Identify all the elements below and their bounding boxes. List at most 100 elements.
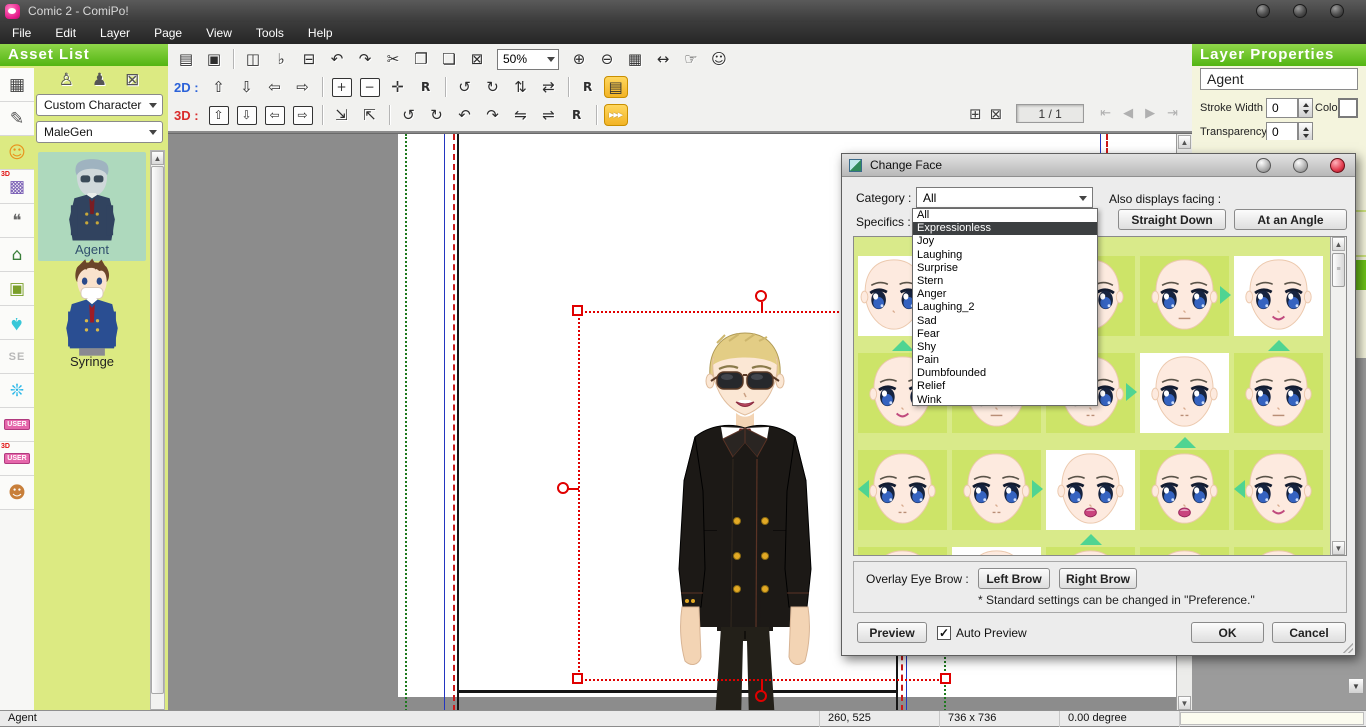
cut-icon[interactable]: ✂ (381, 48, 405, 70)
publish-icon[interactable]: ♭ (269, 48, 293, 70)
selection-handle-bottomright[interactable] (940, 673, 951, 684)
export-page-icon[interactable]: ◫ (241, 48, 265, 70)
sidebar-tab-user-3d[interactable]: USER3D (0, 442, 34, 476)
transparency-stepper[interactable] (1298, 122, 1313, 142)
sidebar-tab-item[interactable]: ▣ (0, 272, 34, 306)
dropdown-option-stern[interactable]: Stern (913, 275, 1097, 288)
window-close-button[interactable] (1330, 4, 1344, 18)
sidebar-tab-background[interactable]: ⌂ (0, 238, 34, 272)
face-option[interactable] (1232, 338, 1326, 435)
menu-item-view[interactable]: View (194, 23, 244, 43)
menu-item-layer[interactable]: Layer (88, 23, 142, 43)
sidebar-tab-sound-effect[interactable]: SE (0, 340, 34, 374)
sidebar-tab-user-2d[interactable]: USER (0, 408, 34, 442)
sidebar-tab-user-character[interactable]: ☻ (0, 476, 34, 510)
scroll-up-icon[interactable]: ▲ (151, 151, 164, 165)
sidebar-tab-effect-drop[interactable]: ♠ (0, 306, 34, 340)
menu-item-page[interactable]: Page (142, 23, 194, 43)
face-option[interactable] (1232, 532, 1326, 556)
dropdown-option-expressionless[interactable]: Expressionless (913, 222, 1097, 235)
face-option[interactable] (1232, 435, 1326, 532)
delete-asset-icon[interactable]: ⊠ (125, 70, 139, 90)
zoom-out-icon[interactable]: ⊖ (595, 48, 619, 70)
save-icon[interactable]: ▣ (202, 48, 226, 70)
rotate-body-right-icon[interactable]: ↻ (425, 104, 449, 126)
dropdown-option-laughing_2[interactable]: Laughing_2 (913, 301, 1097, 314)
color-swatch[interactable] (1338, 98, 1358, 118)
zoom-in-icon[interactable]: ⊕ (567, 48, 591, 70)
face-option[interactable] (1138, 338, 1232, 435)
face-grid-scrollbar[interactable]: ▲ ≡ ▼ (1330, 237, 1346, 555)
dialog-titlebar[interactable]: Change Face (842, 154, 1355, 177)
selection-handle-topleft[interactable] (572, 305, 583, 316)
auto-play-icon[interactable]: ▶▶▶ (604, 104, 628, 126)
dropdown-option-surprise[interactable]: Surprise (913, 262, 1097, 275)
arrow-up-icon[interactable]: ⇧ (207, 76, 231, 98)
nav-prev-icon[interactable]: ◀ (1123, 106, 1133, 121)
sidebar-tab-character[interactable]: ☺ (0, 136, 34, 170)
dropdown-option-relief[interactable]: Relief (913, 380, 1097, 393)
pose-right-icon[interactable]: ⇌ (537, 104, 561, 126)
auto-preview-checkbox[interactable]: ✓ (937, 626, 951, 640)
redo-icon[interactable]: ↷ (353, 48, 377, 70)
move-icon[interactable]: ✛ (386, 76, 410, 98)
position-lock-icon[interactable]: ▤ (604, 76, 628, 98)
scale-down-icon[interactable]: ⇲ (330, 104, 354, 126)
dropdown-option-joy[interactable]: Joy (913, 235, 1097, 248)
cancel-button[interactable]: Cancel (1272, 622, 1346, 643)
arrow-left-icon[interactable]: ⇦ (263, 76, 287, 98)
change-face-icon[interactable]: ☺ (707, 48, 731, 70)
arrow-right-icon[interactable]: ⇨ (291, 76, 315, 98)
nav-first-icon[interactable]: ⇤ (1100, 106, 1111, 121)
scrollbar-thumb[interactable]: ≡ (1332, 253, 1345, 287)
face-option[interactable] (1232, 241, 1326, 338)
arrow-down-icon[interactable]: ⇩ (235, 76, 259, 98)
at-an-angle-button[interactable]: At an Angle (1234, 209, 1347, 230)
window-minimize-button[interactable] (1256, 4, 1270, 18)
delete-icon[interactable]: ⊠ (465, 48, 489, 70)
right-brow-button[interactable]: Right Brow (1059, 568, 1137, 589)
selection-handle-bottomleft[interactable] (572, 673, 583, 684)
scroll-up-icon[interactable]: ▲ (1178, 135, 1191, 149)
dropdown-option-shy[interactable]: Shy (913, 341, 1097, 354)
arrow-right-box-icon[interactable]: ⇨ (293, 106, 313, 125)
asset-category-dropdown[interactable]: Custom Character (36, 94, 163, 116)
stroke-width-input[interactable]: 0 (1266, 98, 1298, 118)
dropdown-option-all[interactable]: All (913, 209, 1097, 222)
stroke-width-stepper[interactable] (1298, 98, 1313, 118)
selection-rotate-handle-bottom[interactable] (755, 690, 767, 702)
nav-next-icon[interactable]: ▶ (1145, 106, 1155, 121)
ok-button[interactable]: OK (1191, 622, 1264, 643)
sidebar-tab-effect-flash[interactable]: ❊ (0, 374, 34, 408)
dialog-maximize-button[interactable] (1293, 158, 1308, 173)
dropdown-option-sad[interactable]: Sad (913, 315, 1097, 328)
paste-icon[interactable]: ❏ (437, 48, 461, 70)
delete-page-icon[interactable]: ⊠ (990, 105, 1003, 123)
sidebar-tab-panel-layout[interactable]: ▦ (0, 68, 34, 102)
rotate-cw-icon[interactable]: ↻ (481, 76, 505, 98)
category-dropdown[interactable]: All (916, 187, 1093, 208)
face-option[interactable] (1044, 435, 1138, 532)
new-page-icon[interactable]: ⊞ (969, 105, 982, 123)
selection-handle-left[interactable] (557, 482, 569, 494)
dialog-minimize-button[interactable] (1256, 158, 1271, 173)
scrollbar-thumb[interactable] (151, 166, 164, 694)
sidebar-tab-character-3d[interactable]: ▩3D (0, 170, 34, 204)
window-maximize-button[interactable] (1293, 4, 1307, 18)
arrow-left-box-icon[interactable]: ⇦ (265, 106, 285, 125)
select-character-icon[interactable]: ☞ (679, 48, 703, 70)
reset-icon[interactable]: R (565, 104, 589, 126)
face-option[interactable] (1138, 435, 1232, 532)
pick-character-icon[interactable]: ♟ (92, 70, 107, 90)
dropdown-option-dumbfounded[interactable]: Dumbfounded (913, 367, 1097, 380)
arrow-down-box-icon[interactable]: ⇩ (237, 106, 257, 125)
straight-down-button[interactable]: Straight Down (1118, 209, 1226, 230)
face-option[interactable] (950, 435, 1044, 532)
dropdown-option-wink[interactable]: Wink (913, 394, 1097, 407)
dropdown-option-fear[interactable]: Fear (913, 328, 1097, 341)
turn-right-icon[interactable]: ↷ (481, 104, 505, 126)
transparency-input[interactable]: 0 (1266, 122, 1298, 142)
zoom-in-box-icon[interactable]: + (332, 78, 352, 97)
menu-item-tools[interactable]: Tools (244, 23, 296, 43)
asset-item-agent[interactable]: Agent (38, 152, 146, 261)
